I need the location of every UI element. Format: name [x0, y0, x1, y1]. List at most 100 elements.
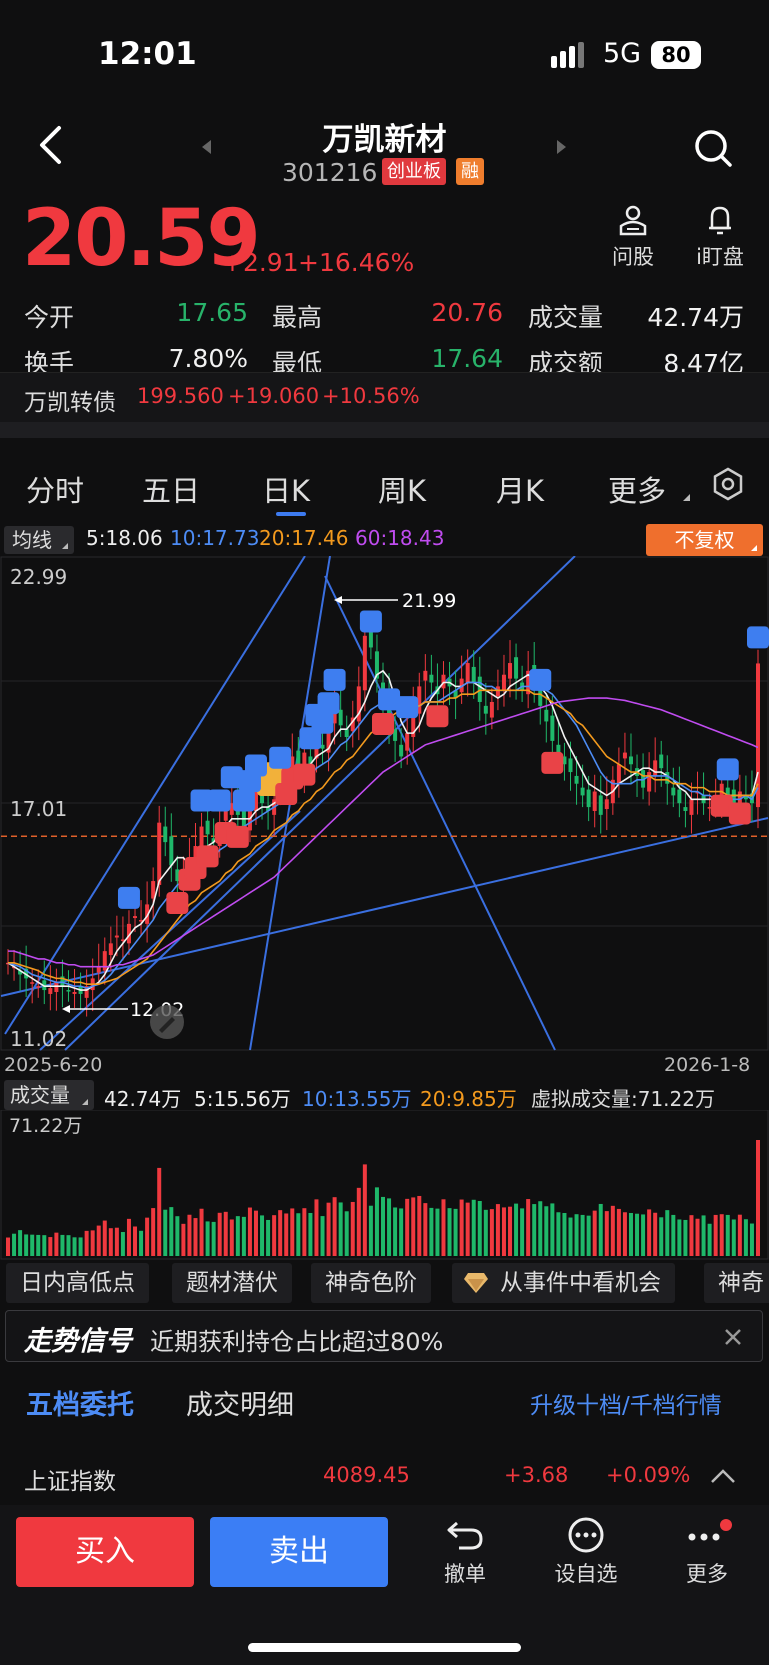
volume-bar [399, 1208, 404, 1256]
high-annotation: 21.99 [402, 590, 456, 612]
y-label-bottom: 11.02 [10, 1027, 67, 1051]
chip-color-scale[interactable]: 神奇色阶 [311, 1263, 431, 1303]
volume-bar [435, 1208, 440, 1256]
volume-bar [169, 1207, 174, 1256]
add-watchlist-button[interactable]: 设自选 [541, 1517, 631, 1588]
chip-events[interactable]: 从事件中看机会 [452, 1263, 675, 1303]
candles [6, 612, 760, 1017]
chip-magic[interactable]: 神奇 [704, 1263, 769, 1303]
tab-more[interactable]: 更多 [608, 468, 666, 510]
buy-marker [226, 825, 249, 848]
candle-body [48, 988, 53, 994]
volume-bar [653, 1212, 658, 1256]
adjust-dropdown-icon [751, 545, 757, 551]
sell-marker [747, 626, 769, 649]
close-icon[interactable] [724, 1328, 742, 1346]
adjust-label: 不复权 [674, 528, 735, 552]
volume-bar [326, 1202, 331, 1256]
marker-badge [716, 758, 739, 781]
convertible-bond-row[interactable]: 万凯转债 199.560 +19.060 +10.56% [0, 372, 769, 422]
kline-chart[interactable]: 22.99 17.01 11.02 21.99 12.02 [0, 556, 769, 1056]
bond-name: 万凯转债 [24, 390, 116, 416]
volume-bar [429, 1207, 434, 1256]
status-time: 12:01 [98, 36, 197, 72]
watch-button[interactable]: i盯盘 [680, 204, 760, 271]
volume-bar [659, 1217, 664, 1256]
volume-bar [538, 1201, 543, 1256]
tab-intraday[interactable]: 分时 [26, 468, 84, 510]
volume-bar [6, 1237, 10, 1256]
upgrade-link[interactable]: 升级十档/千档行情 [530, 1386, 722, 1420]
tab-trade-detail[interactable]: 成交明细 [186, 1383, 294, 1422]
tab-monthly-k[interactable]: 月K [496, 468, 544, 510]
sell-marker [117, 886, 140, 909]
volume-bar [544, 1206, 549, 1256]
volume-button-label: 成交量 [10, 1083, 70, 1107]
battery-icon: 80 [651, 41, 701, 69]
volume-selector-button[interactable]: 成交量 [4, 1080, 94, 1110]
volume-bar [387, 1198, 392, 1256]
cancel-order-button[interactable]: 撤单 [420, 1517, 510, 1588]
trend-signal-bar[interactable]: 走势信号 近期获利持仓占比超过80% [5, 1310, 763, 1362]
volume-ma5: 5:15.56万 [194, 1087, 291, 1111]
next-stock-icon[interactable] [557, 140, 566, 154]
sell-marker [232, 789, 255, 812]
marker-badge [196, 845, 219, 868]
ma-selector-button[interactable]: 均线 [4, 526, 74, 554]
volume-bar [332, 1197, 337, 1256]
tab-order-book[interactable]: 五档委托 [26, 1383, 134, 1422]
ma5-value: 5:18.06 [86, 526, 163, 550]
marker-badge [541, 751, 564, 774]
index-change: +3.68 [504, 1463, 569, 1487]
more-button[interactable]: 更多 [662, 1517, 752, 1588]
low-annotation-arrow [62, 1005, 70, 1013]
stat-label-high: 最高 [272, 303, 323, 332]
settings-icon[interactable] [710, 466, 746, 502]
ask-stock-button[interactable]: 问股 [598, 204, 668, 271]
chevron-up-icon[interactable] [710, 1468, 736, 1484]
candle-body [241, 809, 246, 827]
candle-body [689, 799, 694, 815]
volume-bar [374, 1187, 379, 1256]
volume-bar [139, 1230, 144, 1256]
candle-body [114, 935, 119, 938]
volume-bar [272, 1215, 277, 1256]
candle-body [157, 822, 162, 885]
volume-current: 42.74万 [104, 1087, 182, 1111]
candle-body [580, 787, 585, 796]
candle-body [538, 690, 543, 706]
buy-button[interactable]: 买入 [16, 1517, 194, 1587]
candle-body [677, 789, 682, 804]
adjust-button[interactable]: 不复权 [646, 524, 763, 556]
volume-chart[interactable]: 71.22万 [0, 1110, 769, 1260]
sell-marker [529, 668, 552, 691]
tab-five-day[interactable]: 五日 [142, 468, 200, 510]
search-icon[interactable] [693, 128, 733, 168]
candle-body [659, 754, 664, 769]
stock-code: 301216 [282, 158, 378, 187]
candle-body [465, 663, 470, 683]
marker-badge [293, 763, 316, 786]
tab-daily-k[interactable]: 日K [262, 468, 310, 510]
candle-body [344, 729, 349, 738]
volume-bar [441, 1199, 446, 1256]
bs-markers [117, 610, 769, 915]
volume-bar [284, 1213, 289, 1256]
chip-theme[interactable]: 题材潜伏 [172, 1263, 292, 1303]
volume-bar [181, 1223, 186, 1256]
volume-bar [671, 1214, 676, 1256]
marker-badge [747, 626, 769, 649]
bond-change: +19.060 [228, 384, 320, 408]
candle-body [441, 674, 446, 689]
candle-body [429, 674, 434, 683]
sell-button[interactable]: 卖出 [210, 1517, 388, 1587]
tab-weekly-k[interactable]: 周K [378, 468, 426, 510]
volume-bar [393, 1207, 398, 1256]
stat-value-open: 17.65 [176, 298, 248, 327]
candle-body [628, 756, 633, 765]
stat-label-volume: 成交量 [528, 303, 604, 332]
volume-bar [356, 1187, 361, 1256]
chip-intraday-highlow[interactable]: 日内高低点 [6, 1263, 149, 1303]
chip-events-label: 从事件中看机会 [500, 1270, 661, 1296]
marker-badge [226, 825, 249, 848]
